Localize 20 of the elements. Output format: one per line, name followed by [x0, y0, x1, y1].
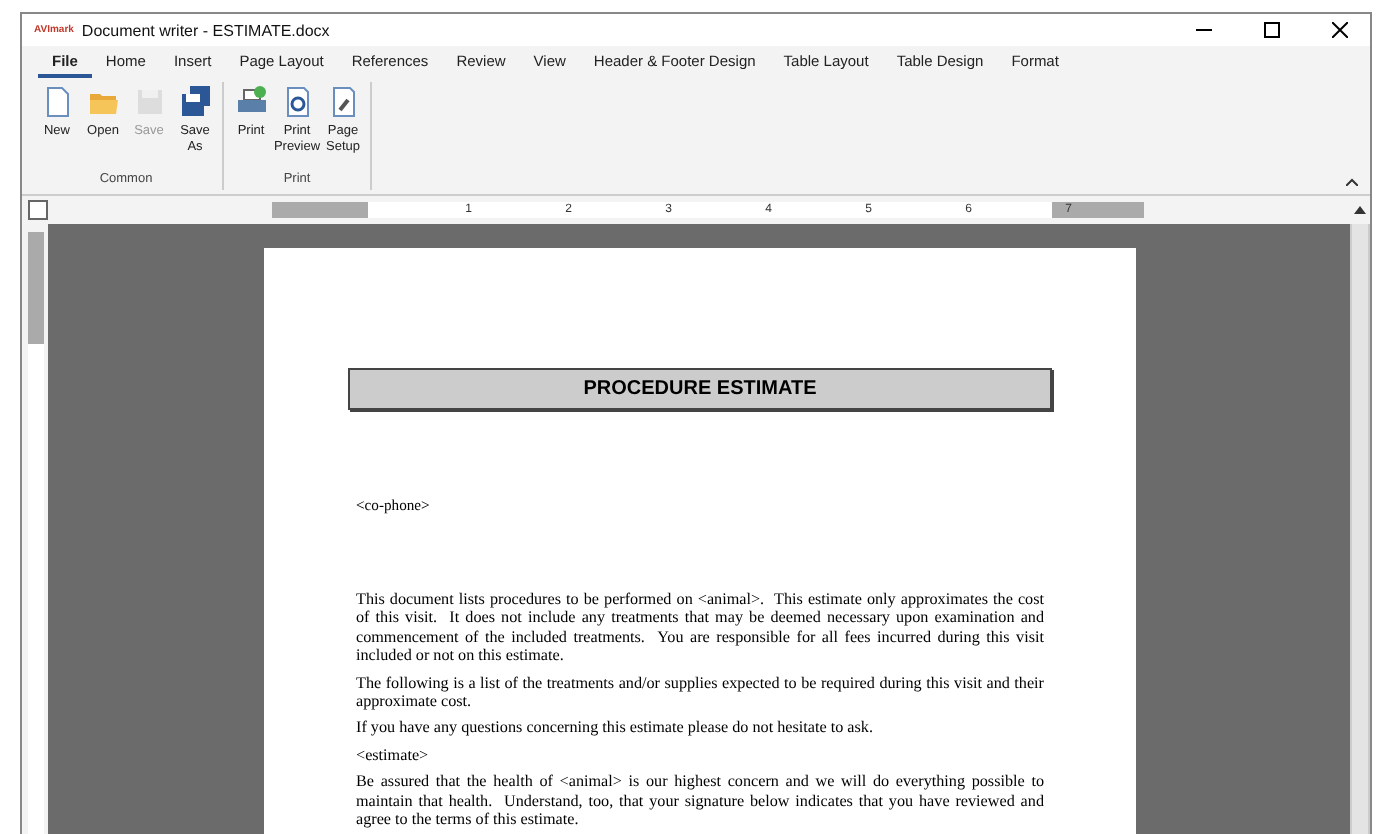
tab-stop-selector[interactable]	[28, 200, 48, 220]
close-icon	[1332, 22, 1348, 38]
printer-icon	[235, 86, 267, 118]
paragraph: If you have any questions concerning this estimate please do not hesitate to ask.	[356, 718, 875, 738]
blank-page-icon	[41, 86, 73, 118]
maximize-icon	[1264, 22, 1280, 38]
paragraph: The following is a list of the treatments and/or supplies expected to be required during this visit and their approximate cost.	[356, 673, 1044, 711]
vertical-scrollbar[interactable]	[1350, 224, 1370, 834]
page-wrench-icon	[327, 86, 359, 118]
floppy-disk-icon	[179, 86, 211, 118]
caret-icon	[1346, 178, 1358, 186]
page-magnifier-icon	[281, 86, 313, 118]
ruler-margin	[272, 202, 368, 218]
paragraph: Be assured that the health of <animal> is our highest concern and we will do everything possible to maintain that health. Understand, too, that your signature below indicates that you have reviewed and agree to the terms of this estimate.	[356, 772, 1044, 829]
up-arrow-icon	[1354, 206, 1366, 214]
paragraph: <estimate>	[356, 745, 431, 765]
document-title: PROCEDURE ESTIMATE	[348, 368, 1052, 410]
paragraph: This document lists procedures to be performed on <animal>. This estimate only approximates the cost of this visit. It does not include any treatments that may be deemed necessary upon examination and commencement of the included treatments. You are responsible for all fees incurred during this visit included or not on this estimate.	[356, 590, 1044, 666]
ruler-margin	[1052, 202, 1144, 218]
window-title: Document writer - ESTIMATE.docx	[81, 21, 332, 39]
